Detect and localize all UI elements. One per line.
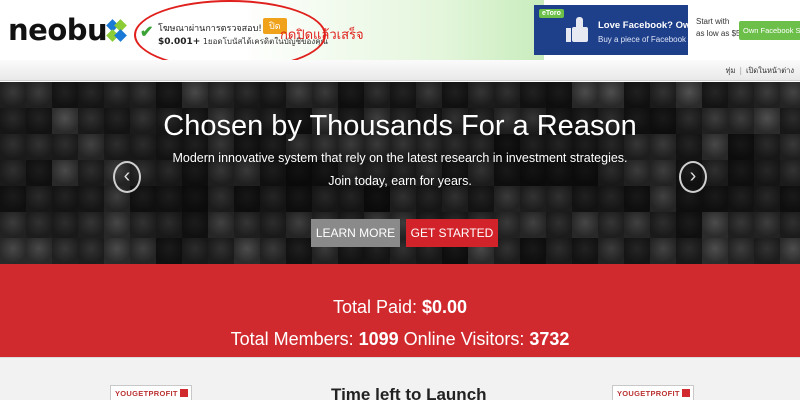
subnav-separator: |: [739, 66, 742, 75]
chevron-left-icon[interactable]: ‹: [113, 161, 141, 193]
total-members-label: Total Members:: [230, 329, 359, 349]
get-started-button[interactable]: GET STARTED: [406, 219, 498, 247]
yougetprofit-left-text: YOUGETPROFIT: [115, 389, 178, 398]
total-paid-row: Total Paid: $0.00: [0, 297, 800, 318]
logo-x-icon: [106, 19, 128, 42]
yougetprofit-left-card[interactable]: YOUGETPROFIT: [110, 385, 192, 400]
members-row: Total Members: 1099 Online Visitors: 373…: [0, 329, 800, 350]
divider: [0, 357, 800, 358]
subnav-links: ทุ่ม | เปิดในหน้าต่าง: [726, 65, 794, 77]
ad-offer-panel: Start with as low as $50 Own Facebook St…: [688, 5, 800, 55]
chevron-right-icon[interactable]: ›: [679, 161, 707, 193]
online-visitors-value: 3732: [529, 329, 570, 349]
stats-band: Total Paid: $0.00 Total Members: 1099 On…: [0, 264, 800, 357]
check-icon: [681, 389, 690, 397]
yougetprofit-right-text: YOUGETPROFIT: [617, 389, 680, 398]
etoro-badge: eToro: [539, 9, 564, 18]
hero-headline: Chosen by Thousands For a Reason: [163, 110, 637, 142]
online-visitors-label: Online Visitors:: [398, 329, 530, 349]
yougetprofit-left-logo: YOUGETPROFIT: [115, 389, 188, 398]
subnav-item-1[interactable]: ทุ่ม: [726, 66, 736, 75]
hero-slider: Chosen by Thousands For a Reason Modern …: [0, 82, 800, 264]
sub-navigation-bar: ทุ่ม | เปิดในหน้าต่าง: [0, 60, 800, 81]
header-bar: neobu ✔ โฆษณาผ่านการตรวจสอบ! $0.001+ 1ยอ…: [0, 0, 800, 70]
total-members-value: 1099: [358, 329, 399, 349]
yougetprofit-right-card[interactable]: YOUGETPROFIT: [612, 385, 694, 400]
ad-subtitle: Buy a piece of Facebook: [598, 35, 687, 44]
thumbs-up-icon: [566, 15, 596, 45]
launch-section: YOUGETPROFIT Time left to Launch YOUGETP…: [0, 357, 800, 400]
ad-start-line1: Start with: [696, 17, 730, 26]
total-paid-value: $0.00: [422, 297, 468, 317]
logo-text: neobu: [8, 13, 108, 47]
launch-title: Time left to Launch: [331, 385, 487, 400]
own-facebook-stock-button[interactable]: Own Facebook Stock: [739, 21, 800, 40]
check-icon: [179, 389, 188, 397]
facebook-stock-ad[interactable]: eToro Love Facebook? Own it! Buy a piece…: [534, 5, 800, 55]
learn-more-button[interactable]: LEARN MORE: [311, 219, 400, 247]
logo[interactable]: neobu: [8, 13, 128, 47]
subnav-item-2[interactable]: เปิดในหน้าต่าง: [746, 66, 794, 75]
yougetprofit-right-logo: YOUGETPROFIT: [617, 389, 690, 398]
ad-start-line2: as low as $50: [696, 29, 745, 38]
total-paid-label: Total Paid:: [332, 297, 422, 317]
page: neobu ✔ โฆษณาผ่านการตรวจสอบ! $0.001+ 1ยอ…: [0, 0, 800, 400]
